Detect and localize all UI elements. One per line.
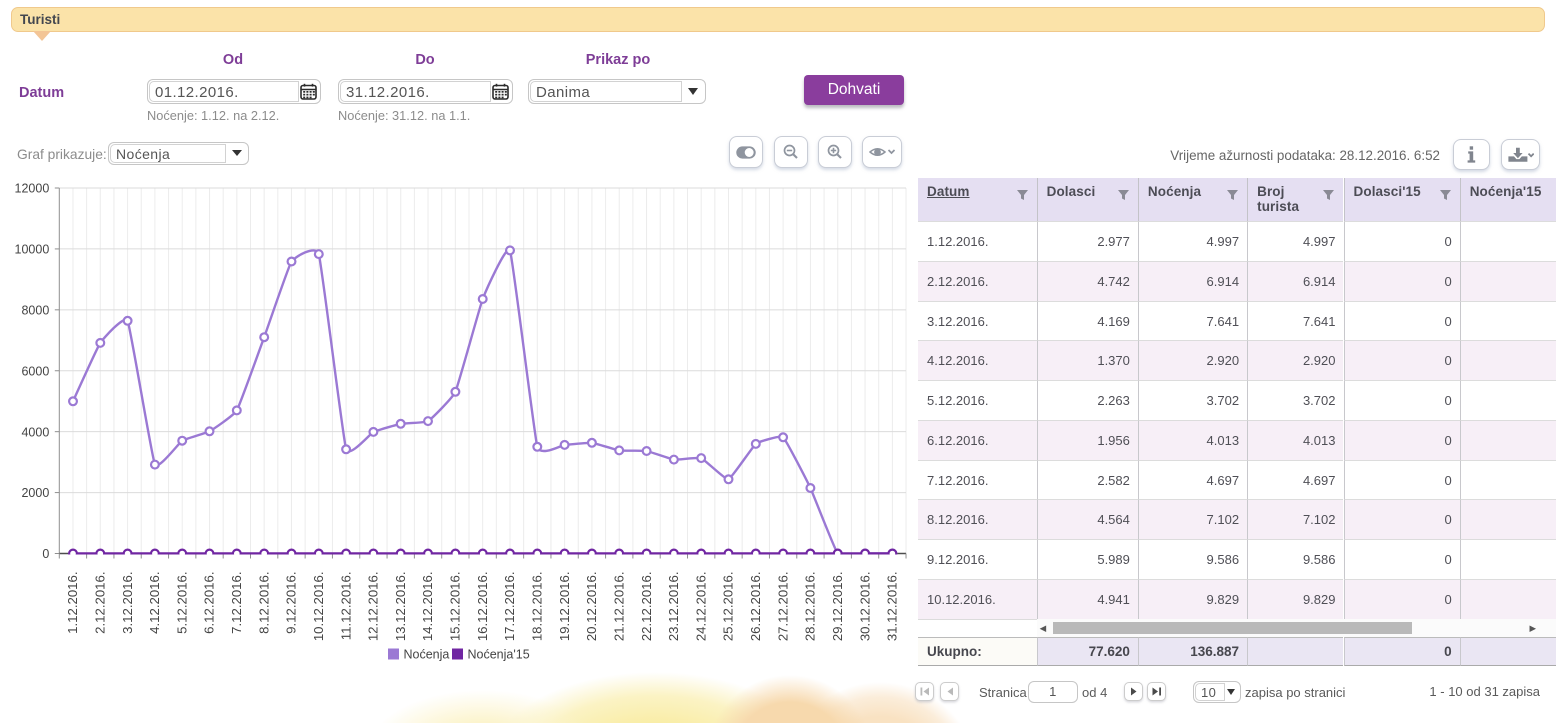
svg-text:21.12.2016.: 21.12.2016. — [611, 572, 626, 642]
svg-text:12.12.2016.: 12.12.2016. — [366, 572, 381, 642]
svg-text:28.12.2016.: 28.12.2016. — [803, 572, 818, 642]
svg-text:4000: 4000 — [21, 425, 49, 439]
svg-text:10000: 10000 — [15, 243, 50, 257]
svg-text:Noćenja'15: Noćenja'15 — [468, 648, 530, 662]
svg-text:22.12.2016.: 22.12.2016. — [639, 572, 654, 642]
svg-text:1.12.2016.: 1.12.2016. — [65, 572, 80, 634]
svg-text:0: 0 — [42, 547, 49, 561]
svg-text:13.12.2016.: 13.12.2016. — [393, 572, 408, 642]
svg-text:6000: 6000 — [21, 364, 49, 378]
svg-text:3.12.2016.: 3.12.2016. — [120, 572, 135, 634]
svg-text:15.12.2016.: 15.12.2016. — [448, 572, 463, 642]
svg-text:25.12.2016.: 25.12.2016. — [721, 572, 736, 642]
svg-text:19.12.2016.: 19.12.2016. — [557, 572, 572, 642]
svg-text:20.12.2016.: 20.12.2016. — [584, 572, 599, 642]
svg-text:14.12.2016.: 14.12.2016. — [420, 572, 435, 642]
svg-text:2000: 2000 — [21, 486, 49, 500]
svg-text:6.12.2016.: 6.12.2016. — [202, 572, 217, 634]
svg-text:26.12.2016.: 26.12.2016. — [748, 572, 763, 642]
svg-text:5.12.2016.: 5.12.2016. — [174, 572, 189, 634]
svg-text:27.12.2016.: 27.12.2016. — [775, 572, 790, 642]
svg-text:18.12.2016.: 18.12.2016. — [530, 572, 545, 642]
svg-text:7.12.2016.: 7.12.2016. — [229, 572, 244, 634]
svg-text:8.12.2016.: 8.12.2016. — [256, 572, 271, 634]
svg-text:11.12.2016.: 11.12.2016. — [338, 572, 353, 641]
svg-text:2.12.2016.: 2.12.2016. — [93, 572, 108, 634]
svg-text:16.12.2016.: 16.12.2016. — [475, 572, 490, 642]
svg-text:9.12.2016.: 9.12.2016. — [284, 572, 299, 634]
svg-text:10.12.2016.: 10.12.2016. — [311, 572, 326, 642]
svg-text:23.12.2016.: 23.12.2016. — [666, 572, 681, 642]
svg-text:31.12.2016.: 31.12.2016. — [885, 572, 900, 642]
svg-text:Noćenja: Noćenja — [404, 648, 450, 662]
svg-text:30.12.2016.: 30.12.2016. — [857, 572, 872, 642]
svg-text:17.12.2016.: 17.12.2016. — [502, 572, 517, 642]
svg-text:29.12.2016.: 29.12.2016. — [830, 572, 845, 642]
svg-text:24.12.2016.: 24.12.2016. — [693, 572, 708, 642]
svg-text:12000: 12000 — [15, 182, 50, 196]
svg-text:8000: 8000 — [21, 303, 49, 317]
svg-text:4.12.2016.: 4.12.2016. — [147, 572, 162, 634]
